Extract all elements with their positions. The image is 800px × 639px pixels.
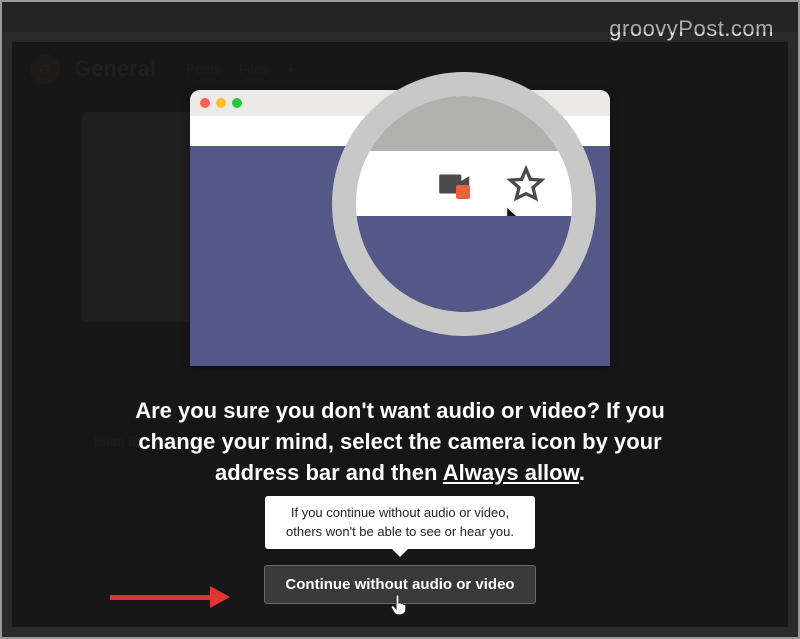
traffic-light-maximize-icon [232, 98, 242, 108]
hand-cursor-icon [390, 593, 410, 617]
camera-icon [436, 165, 474, 203]
traffic-light-minimize-icon [216, 98, 226, 108]
star-icon [506, 164, 546, 204]
prompt-line-2: change your mind, select the camera icon… [138, 429, 661, 454]
prompt-text: Are you sure you don't want audio or vid… [80, 396, 720, 488]
prompt-line-1: Are you sure you don't want audio or vid… [135, 398, 665, 423]
continue-tooltip: If you continue without audio or video, … [265, 496, 535, 548]
tooltip-line-1: If you continue without audio or video, [291, 505, 509, 520]
address-bar-magnifier [332, 72, 596, 336]
traffic-light-close-icon [200, 98, 210, 108]
permission-modal: Are you sure you don't want audio or vid… [12, 42, 788, 627]
tooltip-line-2: others won't be able to see or hear you. [286, 524, 514, 539]
continue-without-av-button[interactable]: Continue without audio or video [264, 565, 535, 604]
prompt-line-3-suffix: . [579, 460, 585, 485]
camera-blocked-badge-icon [456, 185, 470, 199]
annotation-arrow-icon [110, 586, 230, 608]
prompt-line-3-prefix: address bar and then [215, 460, 443, 485]
prompt-always-allow-link: Always allow [443, 460, 579, 485]
continue-button-label: Continue without audio or video [285, 576, 514, 593]
